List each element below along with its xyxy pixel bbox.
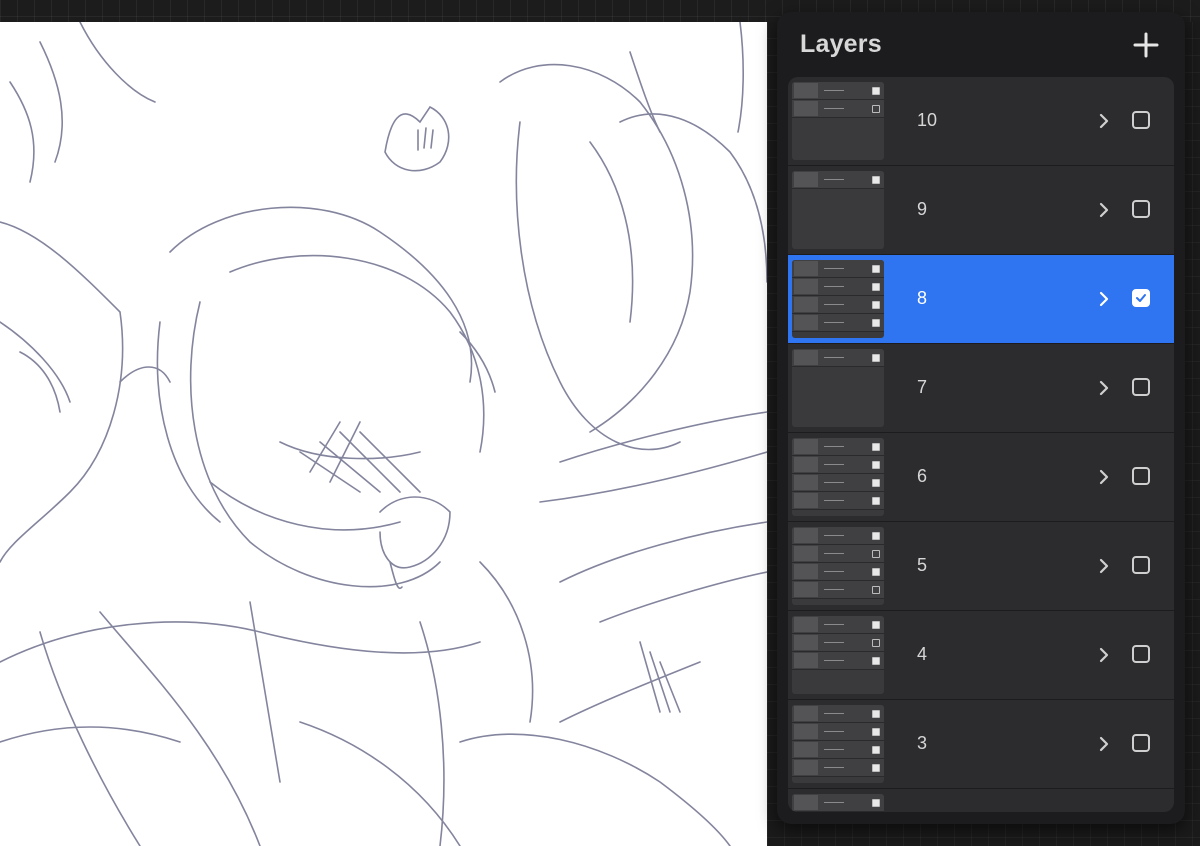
sublayer-preview — [792, 456, 884, 474]
layer-group-row[interactable]: 4 — [788, 611, 1174, 699]
layer-group-name: 7 — [917, 377, 928, 397]
plus-icon — [1133, 32, 1159, 58]
chevron-right-icon[interactable] — [1098, 201, 1110, 219]
layer-group-thumbnail — [792, 527, 884, 605]
sublayer-preview — [792, 545, 884, 563]
sublayer-preview — [792, 527, 884, 545]
sublayer-preview — [792, 492, 884, 510]
sublayer-preview — [792, 100, 884, 118]
sublayer-preview — [792, 581, 884, 599]
layer-group-thumbnail — [792, 171, 884, 249]
layer-group-row[interactable]: 8 — [788, 255, 1174, 343]
visibility-checkbox[interactable] — [1132, 467, 1150, 485]
sublayer-preview — [792, 349, 884, 367]
chevron-right-icon[interactable] — [1098, 557, 1110, 575]
chevron-right-icon[interactable] — [1098, 646, 1110, 664]
layer-group-row[interactable]: 3 — [788, 700, 1174, 788]
sublayer-preview — [792, 794, 884, 812]
visibility-checkbox[interactable] — [1132, 734, 1150, 752]
add-layer-button[interactable] — [1129, 30, 1163, 60]
visibility-checkbox[interactable] — [1132, 645, 1150, 663]
layer-group-name: 9 — [917, 199, 928, 219]
sublayer-preview — [792, 741, 884, 759]
layer-group-thumbnail — [792, 82, 884, 160]
layer-group-row[interactable]: 5 — [788, 522, 1174, 610]
layer-group-thumbnail — [792, 794, 884, 812]
layer-group-row[interactable]: 9 — [788, 166, 1174, 254]
sketch-artwork — [0, 22, 767, 846]
sublayer-preview — [792, 723, 884, 741]
sublayer-preview — [792, 705, 884, 723]
layer-group-thumbnail — [792, 616, 884, 694]
visibility-checkbox[interactable] — [1132, 556, 1150, 574]
layer-group-name: 10 — [917, 110, 938, 130]
layer-group-name: 8 — [917, 288, 928, 308]
layer-group-row[interactable]: 10 — [788, 77, 1174, 165]
layer-group-name: 4 — [917, 644, 928, 664]
sublayer-preview — [792, 171, 884, 189]
sublayer-preview — [792, 278, 884, 296]
layer-group-thumbnail — [792, 705, 884, 783]
layer-group-row[interactable]: 7 — [788, 344, 1174, 432]
layer-group-name: 3 — [917, 733, 928, 753]
layer-group-name: 6 — [917, 466, 928, 486]
layers-panel: Layers 10 9 8 7 6 5 4 3 — [777, 12, 1185, 824]
visibility-checkbox[interactable] — [1132, 378, 1150, 396]
visibility-checkbox[interactable] — [1132, 200, 1150, 218]
layer-group-thumbnail — [792, 260, 884, 338]
sublayer-preview — [792, 314, 884, 332]
visibility-checkbox[interactable] — [1132, 289, 1150, 307]
sublayer-preview — [792, 616, 884, 634]
visibility-checkbox[interactable] — [1132, 111, 1150, 129]
chevron-right-icon[interactable] — [1098, 290, 1110, 308]
chevron-right-icon[interactable] — [1098, 468, 1110, 486]
chevron-right-icon[interactable] — [1098, 112, 1110, 130]
layer-group-thumbnail — [792, 349, 884, 427]
sublayer-preview — [792, 296, 884, 314]
layer-group-name: 5 — [917, 555, 928, 575]
drawing-canvas[interactable] — [0, 22, 767, 846]
layer-group-row[interactable] — [788, 789, 1174, 812]
sublayer-preview — [792, 652, 884, 670]
sublayer-preview — [792, 634, 884, 652]
chevron-right-icon[interactable] — [1098, 735, 1110, 753]
layer-list[interactable]: 10 9 8 7 6 5 4 3 — [788, 77, 1174, 812]
sublayer-preview — [792, 438, 884, 456]
sublayer-preview — [792, 260, 884, 278]
sublayer-preview — [792, 563, 884, 581]
checkmark-icon — [1136, 294, 1146, 302]
sublayer-preview — [792, 759, 884, 777]
layers-panel-header: Layers — [777, 12, 1185, 76]
layer-group-thumbnail — [792, 438, 884, 516]
sublayer-preview — [792, 474, 884, 492]
sublayer-preview — [792, 82, 884, 100]
layer-group-row[interactable]: 6 — [788, 433, 1174, 521]
panel-title: Layers — [800, 30, 882, 58]
chevron-right-icon[interactable] — [1098, 379, 1110, 397]
